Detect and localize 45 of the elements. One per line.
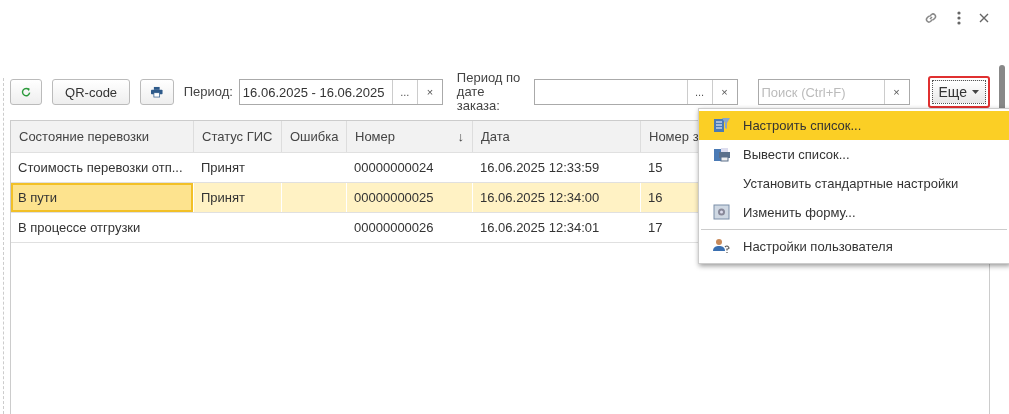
table-cell: В процессе отгрузки	[18, 220, 141, 235]
table-cell: 00000000025	[354, 190, 434, 205]
table-cell: 17	[648, 220, 663, 235]
close-icon[interactable]	[979, 13, 989, 23]
order-period-label: Период по дате заказа:	[456, 71, 522, 113]
user-question-icon	[713, 238, 731, 254]
table-cell: 16.06.2025 12:33:59	[480, 160, 600, 175]
form-icon	[713, 204, 731, 220]
menu-item[interactable]: Настроить список...	[699, 111, 1009, 140]
printer-icon	[151, 85, 163, 99]
caret-icon	[972, 90, 979, 94]
column-header[interactable]: Ошибка	[282, 121, 347, 152]
print-icon	[713, 146, 731, 162]
column-header[interactable]: Номер ↓	[347, 121, 473, 152]
more-options-icon[interactable]	[957, 11, 961, 25]
table-cell: 00000000024	[354, 160, 434, 175]
list-settings-icon	[713, 117, 731, 133]
clear-button[interactable]: ×	[416, 80, 442, 104]
column-header[interactable]: Статус ГИС	[194, 121, 282, 152]
table-cell: В пути	[18, 190, 58, 205]
column-header[interactable]: Состояние перевозки	[11, 121, 194, 152]
print-button[interactable]	[140, 79, 174, 105]
table-cell: 16.06.2025 12:34:00	[480, 190, 600, 205]
period-field[interactable]: 16.06.2025 - 16.06.2025 ... ×	[238, 79, 443, 105]
table-cell: 00000000026	[354, 220, 434, 235]
order-period-field[interactable]: ... ×	[533, 79, 738, 105]
clear-button[interactable]: ×	[711, 80, 737, 104]
table-cell: Принят	[201, 190, 245, 205]
qr-code-button[interactable]: QR-code	[52, 79, 131, 105]
more-button[interactable]: Еще	[931, 80, 986, 104]
table-cell: Принят	[201, 160, 245, 175]
select-button[interactable]: ...	[391, 80, 417, 104]
sort-arrow: ↓	[457, 129, 464, 144]
search-field[interactable]: Поиск (Ctrl+F) ×	[757, 79, 910, 105]
clear-button[interactable]: ×	[883, 80, 909, 104]
table-cell: 16	[648, 190, 663, 205]
table-cell: 15	[648, 160, 663, 175]
refresh-button[interactable]	[10, 79, 43, 105]
period-label: Период:	[183, 85, 233, 99]
refresh-icon	[21, 85, 32, 99]
table-cell: Стоимость перевозки отп...	[18, 160, 183, 175]
column-header[interactable]: Дата	[473, 121, 641, 152]
select-button[interactable]: ...	[686, 80, 712, 104]
link-icon[interactable]	[923, 10, 939, 26]
table-cell: 16.06.2025 12:34:01	[480, 220, 600, 235]
